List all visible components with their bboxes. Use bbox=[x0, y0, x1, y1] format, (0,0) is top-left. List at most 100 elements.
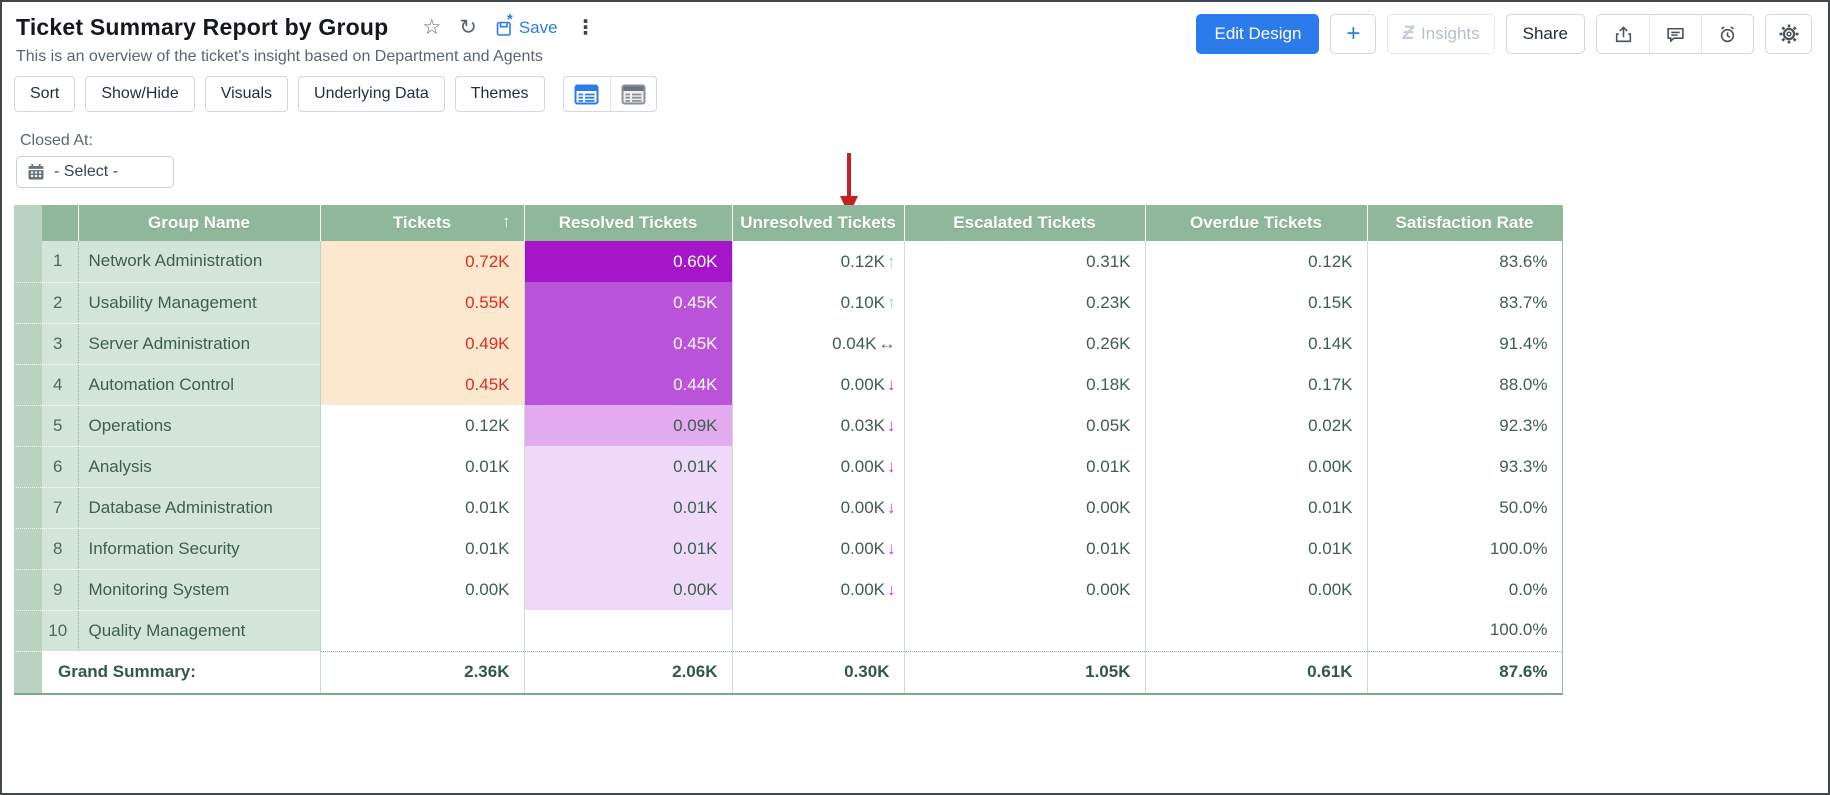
header-resolved-tickets[interactable]: Resolved Tickets bbox=[524, 205, 732, 241]
edit-design-button[interactable]: Edit Design bbox=[1196, 14, 1319, 54]
cell-escalated-tickets[interactable]: 0.23K bbox=[904, 282, 1145, 323]
cell-overdue-tickets[interactable]: 0.01K bbox=[1145, 487, 1367, 528]
cell-tickets[interactable]: 0.45K bbox=[320, 364, 524, 405]
cell-unresolved-tickets[interactable]: 0.00K↓ bbox=[732, 569, 904, 610]
cell-resolved-tickets[interactable]: 0.09K bbox=[524, 405, 732, 446]
cell-unresolved-tickets[interactable] bbox=[732, 610, 904, 651]
cell-tickets[interactable]: 0.01K bbox=[320, 528, 524, 569]
cell-satisfaction-rate[interactable]: 50.0% bbox=[1367, 487, 1562, 528]
cell-overdue-tickets[interactable]: 0.00K bbox=[1145, 446, 1367, 487]
share-button[interactable]: Share bbox=[1506, 14, 1585, 54]
cell-resolved-tickets[interactable]: 0.01K bbox=[524, 528, 732, 569]
cell-overdue-tickets[interactable] bbox=[1145, 610, 1367, 651]
zia-insights-button[interactable]: Ƶ Insights bbox=[1387, 14, 1494, 54]
show-hide-button[interactable]: Show/Hide bbox=[85, 76, 194, 112]
cell-group-name[interactable]: Operations bbox=[78, 405, 320, 446]
underlying-data-button[interactable]: Underlying Data bbox=[298, 76, 445, 112]
header-satisfaction-rate[interactable]: Satisfaction Rate bbox=[1367, 205, 1562, 241]
cell-overdue-tickets[interactable]: 0.02K bbox=[1145, 405, 1367, 446]
cell-resolved-tickets[interactable]: 0.00K bbox=[524, 569, 732, 610]
cell-resolved-tickets[interactable]: 0.01K bbox=[524, 487, 732, 528]
cell-group-name[interactable]: Analysis bbox=[78, 446, 320, 487]
cell-unresolved-tickets[interactable]: 0.04K↔ bbox=[732, 323, 904, 364]
cell-tickets[interactable]: 0.72K bbox=[320, 241, 524, 282]
cell-unresolved-tickets[interactable]: 0.03K↓ bbox=[732, 405, 904, 446]
cell-satisfaction-rate[interactable]: 93.3% bbox=[1367, 446, 1562, 487]
cell-escalated-tickets[interactable]: 0.01K bbox=[904, 446, 1145, 487]
cell-unresolved-tickets[interactable]: 0.00K↓ bbox=[732, 487, 904, 528]
compact-view-button[interactable] bbox=[610, 77, 656, 111]
add-button[interactable]: + bbox=[1330, 14, 1376, 54]
cell-tickets[interactable]: 0.01K bbox=[320, 446, 524, 487]
cell-resolved-tickets[interactable]: 0.45K bbox=[524, 323, 732, 364]
cell-escalated-tickets[interactable]: 0.18K bbox=[904, 364, 1145, 405]
row-number: 10 bbox=[14, 610, 78, 651]
cell-tickets[interactable]: 0.55K bbox=[320, 282, 524, 323]
cell-satisfaction-rate[interactable]: 92.3% bbox=[1367, 405, 1562, 446]
cell-escalated-tickets[interactable]: 0.26K bbox=[904, 323, 1145, 364]
refresh-icon[interactable]: ↻ bbox=[459, 17, 477, 38]
closed-at-select[interactable]: - Select - bbox=[16, 156, 174, 188]
cell-resolved-tickets[interactable]: 0.60K bbox=[524, 241, 732, 282]
cell-overdue-tickets[interactable]: 0.12K bbox=[1145, 241, 1367, 282]
cell-group-name[interactable]: Usability Management bbox=[78, 282, 320, 323]
cell-escalated-tickets[interactable]: 0.31K bbox=[904, 241, 1145, 282]
favorite-star-icon[interactable]: ☆ bbox=[422, 17, 441, 38]
cell-group-name[interactable]: Information Security bbox=[78, 528, 320, 569]
table-view-active-button[interactable] bbox=[564, 77, 610, 111]
cell-group-name[interactable]: Monitoring System bbox=[78, 569, 320, 610]
cell-unresolved-tickets[interactable]: 0.10K↑ bbox=[732, 282, 904, 323]
header-group-name[interactable]: Group Name bbox=[78, 205, 320, 241]
cell-satisfaction-rate[interactable]: 100.0% bbox=[1367, 528, 1562, 569]
cell-escalated-tickets[interactable]: 0.01K bbox=[904, 528, 1145, 569]
header-escalated-tickets[interactable]: Escalated Tickets bbox=[904, 205, 1145, 241]
header-unresolved-tickets[interactable]: Unresolved Tickets bbox=[732, 205, 904, 241]
save-button[interactable]: * Save bbox=[495, 18, 558, 38]
cell-satisfaction-rate[interactable]: 88.0% bbox=[1367, 364, 1562, 405]
cell-group-name[interactable]: Server Administration bbox=[78, 323, 320, 364]
cell-tickets[interactable] bbox=[320, 610, 524, 651]
cell-tickets[interactable]: 0.01K bbox=[320, 487, 524, 528]
cell-resolved-tickets[interactable]: 0.01K bbox=[524, 446, 732, 487]
cell-satisfaction-rate[interactable]: 83.7% bbox=[1367, 282, 1562, 323]
cell-satisfaction-rate[interactable]: 100.0% bbox=[1367, 610, 1562, 651]
comments-button[interactable] bbox=[1649, 15, 1701, 53]
cell-escalated-tickets[interactable] bbox=[904, 610, 1145, 651]
visuals-button[interactable]: Visuals bbox=[205, 76, 288, 112]
cell-satisfaction-rate[interactable]: 91.4% bbox=[1367, 323, 1562, 364]
cell-satisfaction-rate[interactable]: 83.6% bbox=[1367, 241, 1562, 282]
cell-group-name[interactable]: Quality Management bbox=[78, 610, 320, 651]
cell-overdue-tickets[interactable]: 0.17K bbox=[1145, 364, 1367, 405]
cell-escalated-tickets[interactable]: 0.00K bbox=[904, 487, 1145, 528]
cell-escalated-tickets[interactable]: 0.05K bbox=[904, 405, 1145, 446]
summary-escalated-tickets: 1.05K bbox=[904, 651, 1145, 694]
header-tickets[interactable]: Tickets↑ bbox=[320, 205, 524, 241]
cell-escalated-tickets[interactable]: 0.00K bbox=[904, 569, 1145, 610]
cell-overdue-tickets[interactable]: 0.15K bbox=[1145, 282, 1367, 323]
cell-unresolved-tickets[interactable]: 0.00K↓ bbox=[732, 528, 904, 569]
themes-button[interactable]: Themes bbox=[455, 76, 545, 112]
cell-unresolved-tickets[interactable]: 0.12K↑ bbox=[732, 241, 904, 282]
cell-group-name[interactable]: Network Administration bbox=[78, 241, 320, 282]
cell-satisfaction-rate[interactable]: 0.0% bbox=[1367, 569, 1562, 610]
cell-overdue-tickets[interactable]: 0.01K bbox=[1145, 528, 1367, 569]
cell-group-name[interactable]: Database Administration bbox=[78, 487, 320, 528]
cell-resolved-tickets[interactable] bbox=[524, 610, 732, 651]
cell-tickets[interactable]: 0.12K bbox=[320, 405, 524, 446]
header-overdue-tickets[interactable]: Overdue Tickets bbox=[1145, 205, 1367, 241]
schedule-alert-button[interactable] bbox=[1701, 15, 1753, 53]
export-button[interactable] bbox=[1597, 15, 1649, 53]
sort-button[interactable]: Sort bbox=[14, 76, 75, 112]
kebab-menu-icon[interactable]: ⋮ bbox=[576, 18, 596, 38]
cell-tickets[interactable]: 0.49K bbox=[320, 323, 524, 364]
cell-unresolved-tickets[interactable]: 0.00K↓ bbox=[732, 364, 904, 405]
cell-tickets[interactable]: 0.00K bbox=[320, 569, 524, 610]
cell-overdue-tickets[interactable]: 0.14K bbox=[1145, 323, 1367, 364]
settings-button[interactable] bbox=[1765, 14, 1812, 54]
cell-overdue-tickets[interactable]: 0.00K bbox=[1145, 569, 1367, 610]
cell-group-name[interactable]: Automation Control bbox=[78, 364, 320, 405]
cell-unresolved-tickets[interactable]: 0.00K↓ bbox=[732, 446, 904, 487]
table-row: 7Database Administration0.01K0.01K0.00K↓… bbox=[14, 487, 1562, 528]
cell-resolved-tickets[interactable]: 0.44K bbox=[524, 364, 732, 405]
cell-resolved-tickets[interactable]: 0.45K bbox=[524, 282, 732, 323]
